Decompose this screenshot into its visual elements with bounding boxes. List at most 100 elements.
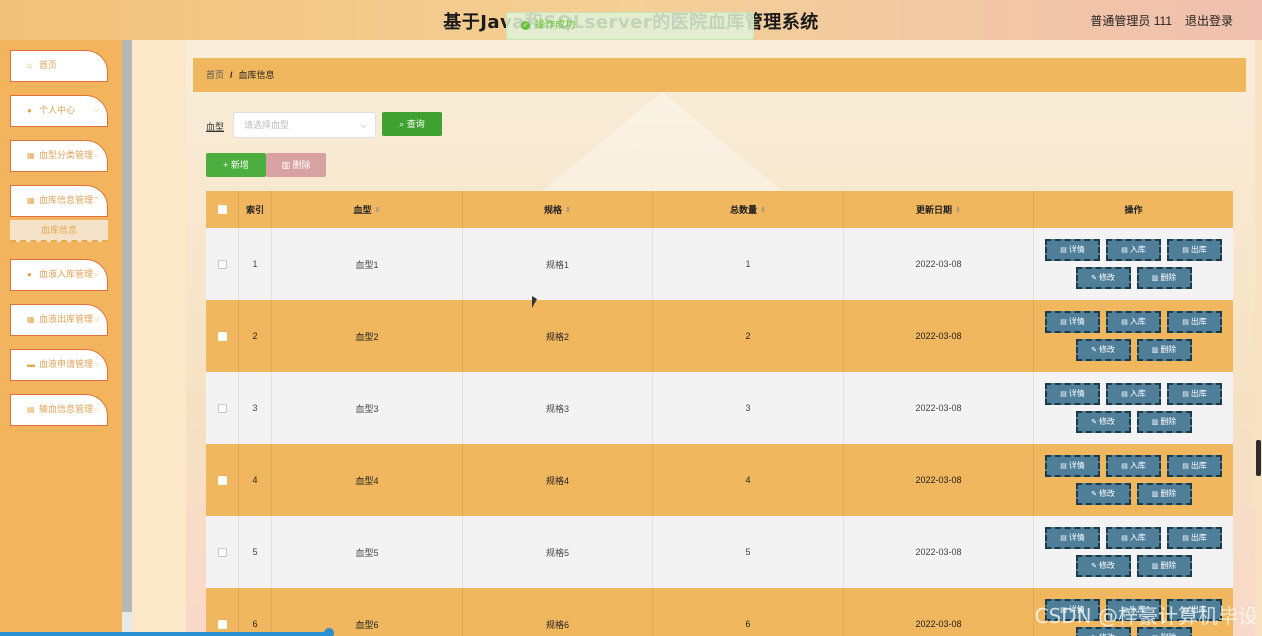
stock-in-button[interactable]: ▤ 入库 (1106, 527, 1161, 549)
breadcrumb-home[interactable]: 首页 (206, 70, 224, 80)
delete-button[interactable]: ▥删除 (1136, 483, 1192, 505)
add-button[interactable]: + 新增 (206, 153, 266, 177)
doc-icon: ▤ (1121, 391, 1128, 398)
bottom-scrollbar[interactable] (0, 632, 330, 636)
detail-button[interactable]: ▤ 详情 (1045, 383, 1100, 405)
row-select[interactable] (206, 444, 239, 516)
doc-icon: ▤ (1060, 463, 1067, 470)
edit-button[interactable]: ✎修改 (1075, 555, 1131, 577)
sort-icon[interactable]: ⇕ (565, 206, 571, 214)
edit-button[interactable]: ✎修改 (1075, 267, 1131, 289)
user-info: 普通管理员 111 (1090, 14, 1172, 28)
sidebar-item-blood-request[interactable]: ▬ 血液申请管理 ⌵ (10, 349, 108, 381)
stock-out-button-label: 出库 (1190, 317, 1207, 326)
edit-button-label: 修改 (1098, 489, 1115, 498)
doc-icon: ▤ (1182, 247, 1189, 254)
cell-date: 2022-03-08 (844, 516, 1034, 588)
header-spec[interactable]: 规格 ⇕ (463, 191, 653, 228)
trash-icon: ▥ (1151, 275, 1159, 282)
breadcrumb: 首页 / 血库信息 (193, 58, 1246, 92)
ops-line: ✎修改▥删除 (1075, 339, 1192, 361)
cell-total: 4 (653, 444, 844, 516)
header-total[interactable]: 总数量 ⇕ (653, 191, 844, 228)
cell-blood-type: 血型5 (272, 516, 463, 588)
cell-index: 3 (239, 372, 272, 444)
trash-icon: ▥ (1151, 347, 1159, 354)
logout-link[interactable]: 退出登录 (1185, 12, 1233, 29)
doc-icon: ▤ (1121, 535, 1128, 542)
detail-button[interactable]: ▤ 详情 (1045, 455, 1100, 477)
sort-icon[interactable]: ⇕ (375, 206, 381, 214)
chevron-up-icon: ⌃ (93, 197, 99, 204)
edit-icon: ✎ (1091, 275, 1097, 282)
batch-delete-button[interactable]: ▥ 删除 (266, 153, 326, 177)
stock-in-button[interactable]: ▤ 入库 (1106, 455, 1161, 477)
sidebar-item-profile[interactable]: ● 个人中心 ⌵ (10, 95, 108, 127)
checkbox[interactable] (217, 547, 227, 557)
delete-button[interactable]: ▥删除 (1136, 411, 1192, 433)
header-select-all[interactable] (206, 191, 239, 228)
bank-icon: ▬ (27, 360, 35, 369)
sidebar-item-blood-type[interactable]: ▦ 血型分类管理 ⌵ (10, 140, 108, 172)
sidebar-item-label: 血液入库管理 (39, 269, 94, 279)
stock-out-button[interactable]: ▤ 出库 (1167, 311, 1222, 333)
query-button[interactable]: ⌕ 查询 (382, 112, 442, 136)
cell-blood-type: 血型4 (272, 444, 463, 516)
sidebar-subitem-blood-bank-info[interactable]: 血库信息 (10, 220, 108, 242)
blood-type-select[interactable]: 请选择血型 ⌵ (233, 112, 376, 138)
doc-icon: ▤ (1121, 319, 1128, 326)
ops-line: ▤ 详情 ▤ 入库 ▤ 出库 (1045, 455, 1222, 477)
delete-button-label: 删除 (1160, 345, 1177, 354)
stock-out-button[interactable]: ▤ 出库 (1167, 527, 1222, 549)
checkbox[interactable] (217, 619, 227, 629)
bottom-scrollbar-handle[interactable] (324, 628, 334, 636)
row-select[interactable] (206, 516, 239, 588)
stock-in-button-label: 入库 (1129, 461, 1146, 470)
stock-out-button[interactable]: ▤ 出库 (1167, 383, 1222, 405)
sort-icon[interactable]: ⇕ (760, 206, 766, 214)
stock-in-button[interactable]: ▤ 入库 (1106, 311, 1161, 333)
row-select[interactable] (206, 372, 239, 444)
cell-spec: 规格4 (463, 444, 653, 516)
edit-button[interactable]: ✎修改 (1075, 339, 1131, 361)
row-select[interactable] (206, 588, 239, 636)
page-scrollbar[interactable] (1255, 40, 1262, 636)
detail-button-label: 详情 (1068, 389, 1085, 398)
delete-button[interactable]: ▥删除 (1136, 339, 1192, 361)
checkbox[interactable] (217, 259, 227, 269)
sidebar-item-blood-in[interactable]: ● 血液入库管理 ⌵ (10, 259, 108, 291)
checkbox[interactable] (217, 403, 227, 413)
detail-button[interactable]: ▤ 详情 (1045, 311, 1100, 333)
detail-button[interactable]: ▤ 详情 (1045, 239, 1100, 261)
sidebar-item-home[interactable]: ⌂ 首页 (10, 50, 108, 82)
checkbox[interactable] (217, 475, 227, 485)
stock-out-button[interactable]: ▤ 出库 (1167, 239, 1222, 261)
checkbox[interactable] (217, 205, 227, 214)
stock-out-button[interactable]: ▤ 出库 (1167, 455, 1222, 477)
header-blood-type[interactable]: 血型 ⇕ (272, 191, 463, 228)
sidebar-item-blood-out[interactable]: ▦ 血液出库管理 ⌵ (10, 304, 108, 336)
sidebar-item-blood-bank[interactable]: ▦ 血库信息管理 ⌃ (10, 185, 108, 217)
cell-ops: ▤详情 ▤入库 ▤出库 ✎修改▥删除 (1034, 516, 1233, 588)
row-select[interactable] (206, 300, 239, 372)
stock-in-button[interactable]: ▤ 入库 (1106, 383, 1161, 405)
checkbox[interactable] (217, 331, 227, 341)
sidebar-item-transfusion[interactable]: ▤ 输血信息管理 ⌵ (10, 394, 108, 426)
delete-button[interactable]: ▥删除 (1136, 267, 1192, 289)
delete-button[interactable]: ▥删除 (1136, 555, 1192, 577)
table-row: 3 血型3 规格3 3 2022-03-08 ▤ 详情 ▤ 入库 ▤ 出库 ✎ 修改 ▥ 删除 (206, 372, 1233, 444)
stock-in-button-label: 入库 (1129, 389, 1146, 398)
stock-in-button[interactable]: ▤ 入库 (1106, 239, 1161, 261)
sidebar-scrollbar[interactable] (122, 40, 132, 612)
header-label: 更新日期 (916, 205, 953, 215)
edit-button[interactable]: ✎修改 (1075, 411, 1131, 433)
table-row: 4 血型4 规格4 4 2022-03-08 ▤ 详情 ▤ 入库 ▤ 出库 ✎ 修改 ▥ 删除 (206, 444, 1233, 516)
edit-button[interactable]: ✎修改 (1075, 483, 1131, 505)
doc-icon: ▤ (1121, 463, 1128, 470)
sort-icon[interactable]: ⇕ (955, 206, 961, 214)
page-scrollbar-thumb[interactable] (1256, 440, 1261, 476)
doc-icon: ▤ (1060, 319, 1067, 326)
detail-button[interactable]: ▤ 详情 (1045, 527, 1100, 549)
header-date[interactable]: 更新日期 ⇕ (844, 191, 1034, 228)
row-select[interactable] (206, 228, 239, 300)
